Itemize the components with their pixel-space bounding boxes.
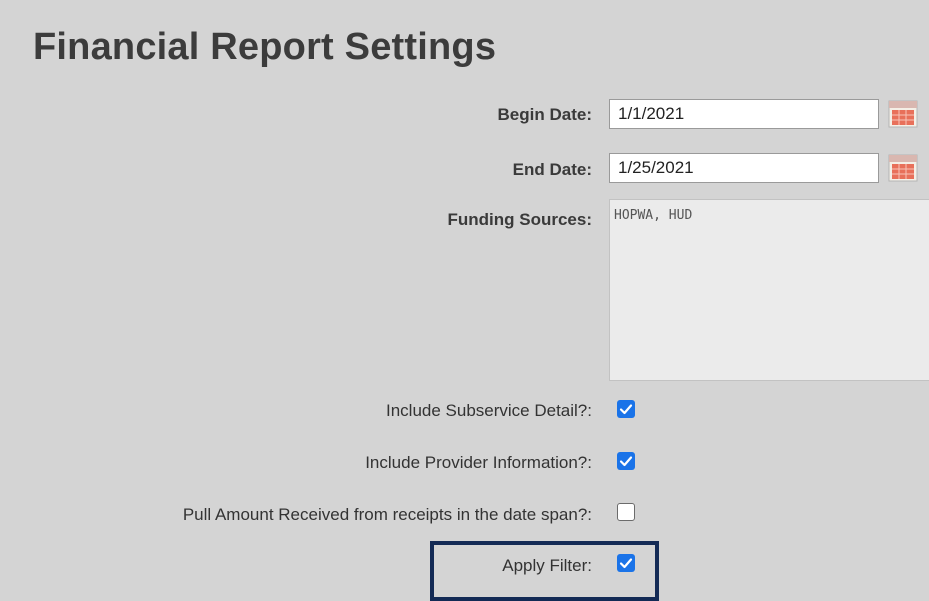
pull-amount-received-label: Pull Amount Received from receipts in th…: [182, 505, 592, 524]
checkmark-icon: [619, 558, 633, 569]
page-title: Financial Report Settings: [33, 26, 497, 68]
funding-sources-label: Funding Sources:: [447, 210, 593, 229]
calendar-icon[interactable]: [888, 154, 918, 182]
include-provider-information-checkbox[interactable]: [617, 452, 635, 470]
calendar-icon[interactable]: [888, 100, 918, 128]
begin-date-label: Begin Date:: [497, 105, 592, 124]
checkmark-icon: [619, 404, 633, 415]
end-date-label: End Date:: [512, 160, 592, 179]
begin-date-input[interactable]: [609, 99, 879, 129]
apply-filter-checkbox[interactable]: [617, 554, 635, 572]
include-provider-information-label: Include Provider Information?:: [365, 453, 592, 472]
apply-filter-label: Apply Filter:: [502, 556, 592, 575]
end-date-input[interactable]: [609, 153, 879, 183]
include-subservice-detail-checkbox[interactable]: [617, 400, 635, 418]
financial-report-settings-panel: Financial Report Settings Begin Date: En…: [0, 0, 929, 601]
include-subservice-detail-label: Include Subservice Detail?:: [385, 401, 592, 420]
pull-amount-received-checkbox[interactable]: [617, 503, 635, 521]
checkmark-icon: [619, 456, 633, 467]
funding-sources-field[interactable]: HOPWA, HUD: [609, 199, 929, 381]
